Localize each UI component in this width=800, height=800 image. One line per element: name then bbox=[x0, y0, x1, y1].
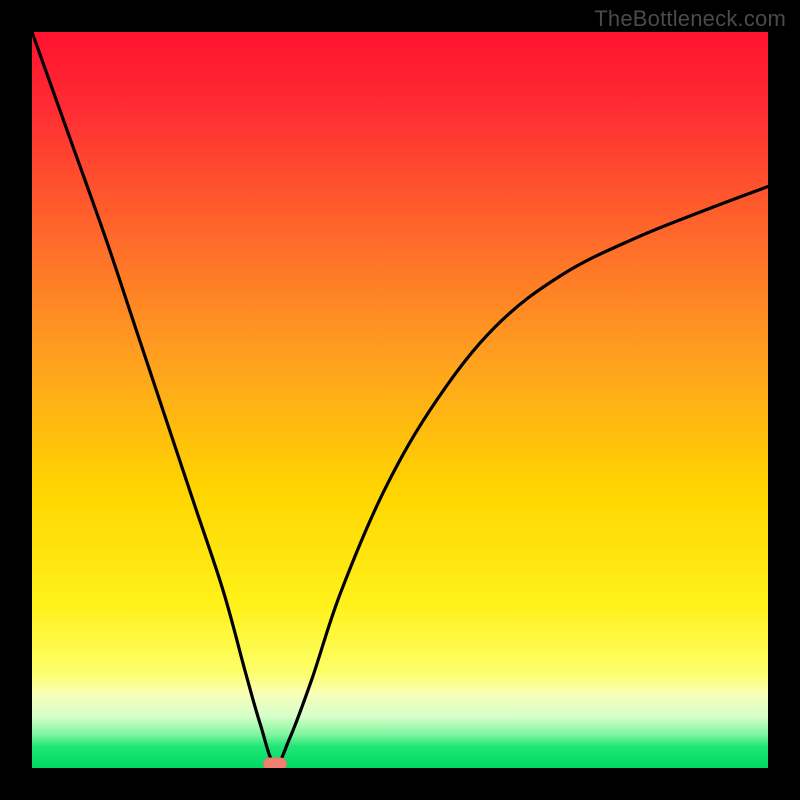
outer-frame: TheBottleneck.com bbox=[0, 0, 800, 800]
watermark-text: TheBottleneck.com bbox=[594, 6, 786, 32]
gradient-background bbox=[32, 32, 768, 768]
plot-area bbox=[32, 32, 768, 768]
chart-svg bbox=[32, 32, 768, 768]
minimum-marker bbox=[263, 757, 287, 768]
